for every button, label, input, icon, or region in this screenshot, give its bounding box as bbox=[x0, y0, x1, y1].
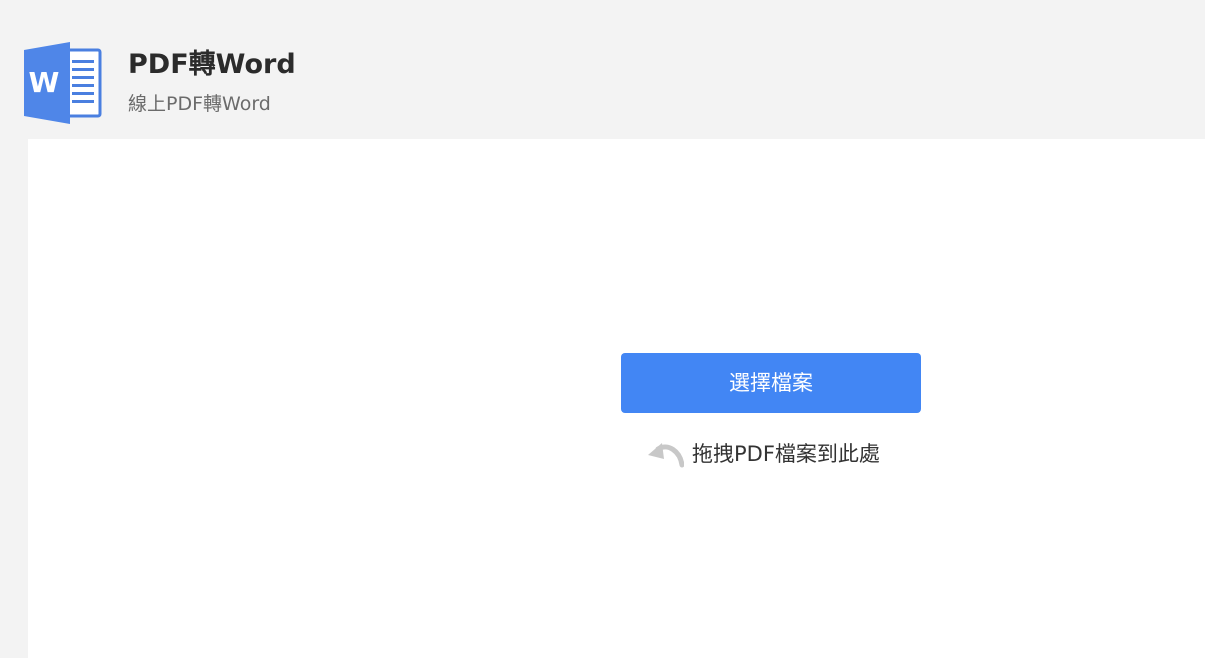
page-title: PDF轉Word bbox=[128, 49, 296, 80]
upload-panel[interactable]: 選擇檔案 拖拽PDF檔案到此處 bbox=[28, 139, 1205, 658]
curved-arrow-icon bbox=[648, 443, 684, 468]
drop-zone-hint: 拖拽PDF檔案到此處 bbox=[646, 436, 880, 472]
page: W PDF轉Word 線上PDF轉Word 選擇檔案 拖拽PDF檔案到此處 bbox=[0, 0, 1205, 658]
word-document-icon: W bbox=[24, 42, 102, 124]
drop-hint-text: 拖拽PDF檔案到此處 bbox=[692, 442, 880, 466]
app-header: W PDF轉Word 線上PDF轉Word bbox=[0, 0, 1205, 139]
svg-text:W: W bbox=[29, 66, 60, 99]
select-file-button[interactable]: 選擇檔案 bbox=[621, 353, 921, 413]
page-subtitle: 線上PDF轉Word bbox=[128, 93, 271, 115]
